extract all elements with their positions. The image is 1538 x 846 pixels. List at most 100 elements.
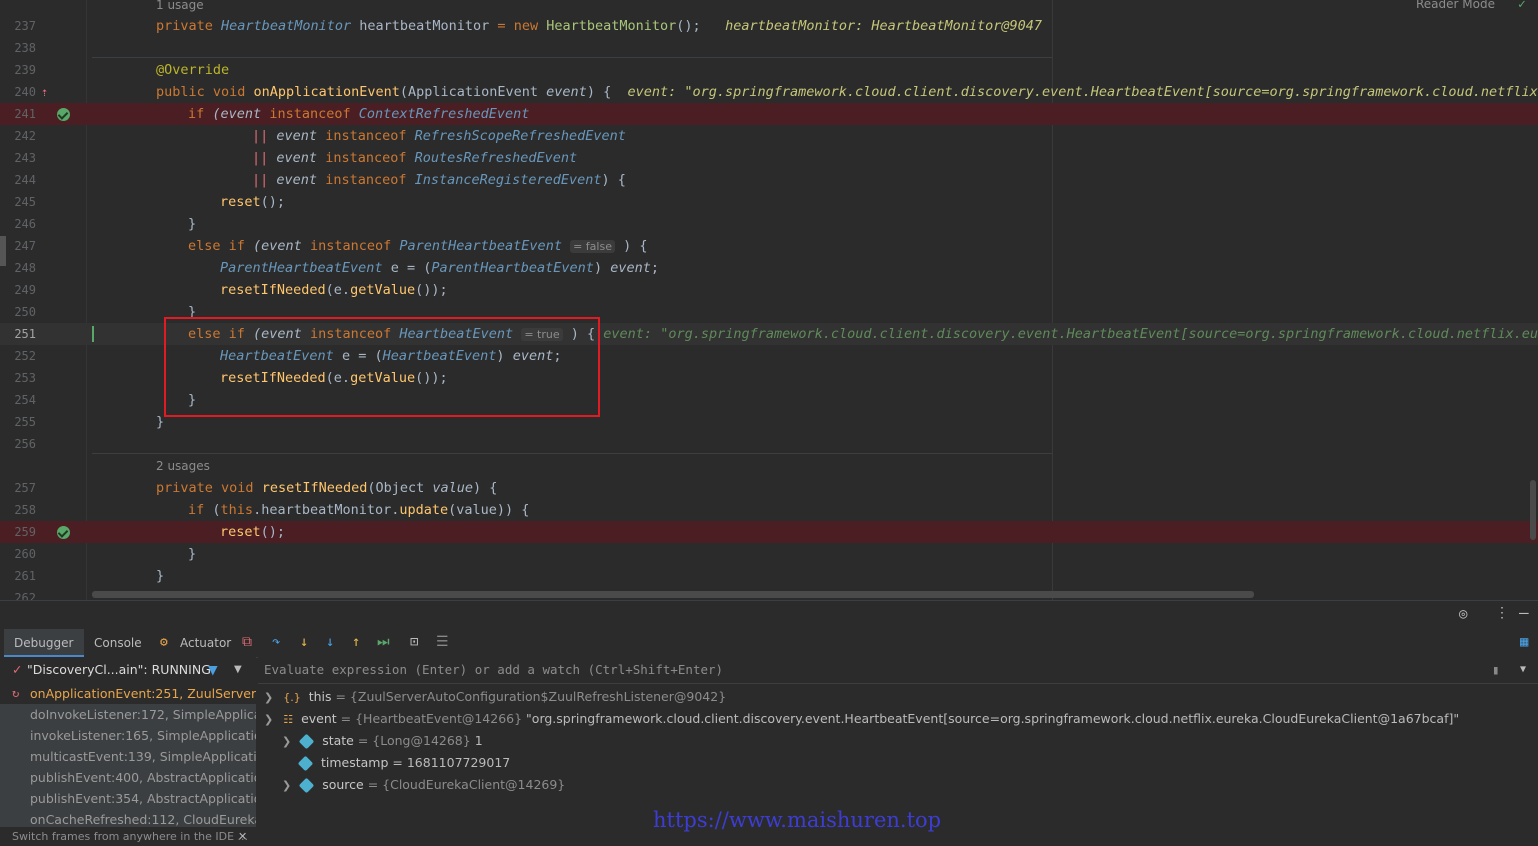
code-line-257[interactable]: 257 private void resetIfNeeded(Object va… xyxy=(0,477,1538,499)
stack-frame[interactable]: publishEvent:354, AbstractApplicationC xyxy=(30,788,256,809)
keyword: instanceof xyxy=(325,128,407,144)
thread-selector[interactable]: ✓ "DiscoveryCl...ain": RUNNING ▼ ▼ xyxy=(0,657,256,683)
chevron-down-icon[interactable]: ▼ xyxy=(234,657,242,683)
code-line-256[interactable]: 256 xyxy=(0,433,1538,455)
code-line-246[interactable]: 246 } xyxy=(0,213,1538,235)
method-call: reset xyxy=(220,194,261,210)
keyword: if xyxy=(188,502,205,518)
stack-frame[interactable]: onApplicationEvent:251, ZuulServerAutoC xyxy=(30,683,256,704)
var-row-state[interactable]: ❯ state = {Long@14268} 1 xyxy=(282,730,483,753)
hint-text: Switch frames from anywhere in the IDE .… xyxy=(12,830,249,843)
evaluate-expression-icon[interactable]: ⊡ xyxy=(410,634,418,650)
keyword: instanceof xyxy=(325,172,407,188)
chevron-right-icon[interactable]: ❯ xyxy=(264,691,273,704)
code-line-259-breakpoint[interactable]: 259 reset(); xyxy=(0,521,1538,543)
stack-frame[interactable]: publishEvent:400, AbstractApplicationC xyxy=(30,767,256,788)
code-editor[interactable]: Reader Mode ✓ 1 usage 237 private Heartb… xyxy=(0,0,1538,600)
code-line-240[interactable]: 240 ⇡ public void onApplicationEvent(App… xyxy=(0,81,1538,103)
minimize-icon[interactable]: – xyxy=(1519,603,1529,622)
usage-hint[interactable]: 2 usages xyxy=(156,455,210,477)
stack-frame[interactable]: multicastEvent:139, SimpleApplicationE xyxy=(30,746,256,767)
method-separator xyxy=(92,57,1052,58)
line-number: 250 xyxy=(14,305,36,319)
var-row-event[interactable]: ❯ ☷ event = {HeartbeatEvent@14266} "org.… xyxy=(264,708,1459,731)
code-line-241-breakpoint[interactable]: 241 if (event instanceof ContextRefreshe… xyxy=(0,103,1538,125)
usage-hint[interactable]: 1 usage xyxy=(156,0,204,16)
stack-frame[interactable]: doInvokeListener:172, SimpleApplicatio xyxy=(30,704,256,725)
method-name: onApplicationEvent xyxy=(253,84,400,100)
tab-debugger[interactable]: Debugger xyxy=(4,629,84,657)
method-separator xyxy=(92,453,1052,454)
horizontal-scrollbar[interactable] xyxy=(92,591,1254,598)
layout-icon[interactable]: ▦ xyxy=(1520,634,1528,650)
line-number: 260 xyxy=(14,547,36,561)
override-method-icon[interactable]: ⇡ xyxy=(41,84,48,100)
evaluate-expression-input[interactable]: Evaluate expression (Enter) or add a wat… xyxy=(258,657,1538,684)
stack-frame[interactable]: invokeListener:165, SimpleApplicationE xyxy=(30,725,256,746)
keyword: this xyxy=(220,502,254,518)
code-line-261[interactable]: 261 } xyxy=(0,565,1538,587)
tab-actuator[interactable]: Actuator xyxy=(170,629,240,657)
panel-header: ◎ ⋮ – xyxy=(0,601,1538,629)
switch-frames-hint[interactable]: Switch frames from anywhere in the IDE .… xyxy=(0,827,256,846)
step-over-icon[interactable]: ↷ xyxy=(272,634,280,650)
brace: } xyxy=(156,414,165,430)
code-line-249[interactable]: 249 resetIfNeeded(e.getValue()); xyxy=(0,279,1538,301)
param-name: event xyxy=(276,150,318,166)
keyword: private xyxy=(156,18,213,34)
param-name: event xyxy=(276,172,318,188)
code-line-245[interactable]: 245 reset(); xyxy=(0,191,1538,213)
vertical-scrollbar[interactable] xyxy=(1530,480,1536,540)
run-to-cursor-icon[interactable]: ⏭ xyxy=(377,634,390,650)
step-into-icon[interactable]: ↓ xyxy=(300,634,308,650)
target-icon[interactable]: ◎ xyxy=(1459,606,1467,622)
reader-mode-toggle[interactable]: Reader Mode xyxy=(1416,0,1495,11)
var-name: source xyxy=(322,777,364,792)
debug-inline-value: heartbeatMonitor: HeartbeatMonitor@9047 xyxy=(725,18,1043,34)
method-call: getValue xyxy=(350,282,416,298)
var-row-this[interactable]: ❯ {.} this = {ZuulServerAutoConfiguratio… xyxy=(264,686,726,709)
code-line-242[interactable]: 242 || event instanceof RefreshScopeRefr… xyxy=(0,125,1538,147)
code-line-260[interactable]: 260 } xyxy=(0,543,1538,565)
code-line-244[interactable]: 244 || event instanceof InstanceRegister… xyxy=(0,169,1538,191)
keyword: instanceof xyxy=(269,106,351,122)
inspection-ok-icon[interactable]: ✓ xyxy=(1518,0,1526,12)
chevron-right-icon[interactable]: ❯ xyxy=(282,779,291,792)
var-value: 1 xyxy=(474,733,483,748)
code-line-238[interactable]: 238 xyxy=(0,37,1538,59)
code-line-248[interactable]: 248 ParentHeartbeatEvent e = (ParentHear… xyxy=(0,257,1538,279)
restore-layout-icon[interactable]: ⧉ xyxy=(242,634,252,650)
code-line-243[interactable]: 243 || event instanceof RoutesRefreshedE… xyxy=(0,147,1538,169)
breakpoint-icon[interactable] xyxy=(57,108,70,121)
code-line-258[interactable]: 258 if (this.heartbeatMonitor.update(val… xyxy=(0,499,1538,521)
chevron-down-icon[interactable]: ▼ xyxy=(1520,657,1526,683)
var-row-timestamp[interactable]: timestamp = 1681107729017 xyxy=(297,752,510,774)
filter-icon[interactable]: ▼ xyxy=(208,657,218,683)
brace: } xyxy=(188,546,197,562)
tab-console[interactable]: Console xyxy=(84,629,154,657)
type-name: ParentHeartbeatEvent xyxy=(399,238,562,254)
code-line-239[interactable]: 239 @Override xyxy=(0,59,1538,81)
force-step-into-icon[interactable]: ↓ xyxy=(326,634,334,650)
code-line-237[interactable]: 237 private HeartbeatMonitor heartbeatMo… xyxy=(0,15,1538,37)
type-name: ContextRefreshedEvent xyxy=(358,106,530,122)
punct: ) xyxy=(593,260,603,276)
bookmark-icon[interactable]: ▮ xyxy=(1492,657,1500,683)
step-out-icon[interactable]: ↑ xyxy=(352,634,360,650)
type-name: RefreshScopeRefreshedEvent xyxy=(414,128,626,144)
method-call: reset xyxy=(220,524,261,540)
trace-icon[interactable]: ☰ xyxy=(436,634,449,650)
more-options-icon[interactable]: ⋮ xyxy=(1495,605,1509,621)
punct: (); xyxy=(260,524,286,540)
close-icon[interactable]: ✕ xyxy=(238,827,247,846)
line-number: 237 xyxy=(14,19,36,33)
var-row-source[interactable]: ❯ source = {CloudEurekaClient@14269} xyxy=(282,774,565,797)
code-line-247[interactable]: 247 else if (event instanceof ParentHear… xyxy=(0,235,1538,257)
line-number: 252 xyxy=(14,349,36,363)
line-number: 238 xyxy=(14,41,36,55)
keyword: private void xyxy=(156,480,254,496)
chevron-right-icon[interactable]: ❯ xyxy=(282,735,291,748)
method-call: update xyxy=(399,502,449,518)
chevron-down-icon[interactable]: ❯ xyxy=(264,713,273,726)
breakpoint-icon[interactable] xyxy=(57,526,70,539)
